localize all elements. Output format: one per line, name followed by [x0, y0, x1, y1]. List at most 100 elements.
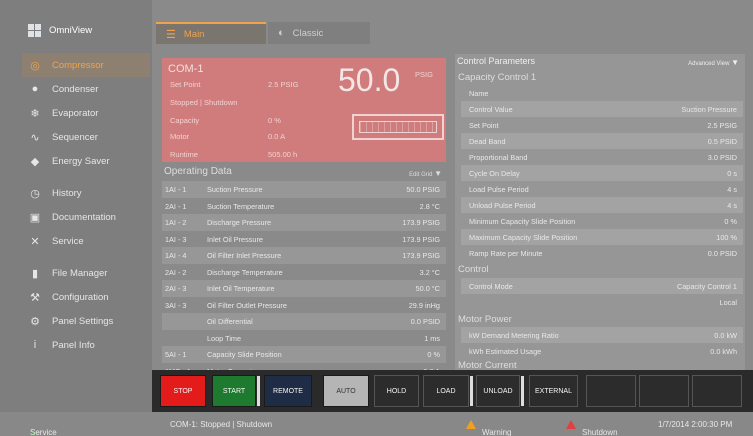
param-row[interactable]: Proportional Band 3.0 PSID [461, 149, 743, 165]
snowflake-icon: ❄ [30, 107, 40, 120]
motor-label: Motor [170, 132, 190, 141]
param-value: 0 s [727, 169, 737, 178]
hold-button[interactable]: HOLD [374, 375, 419, 407]
param-name: kW Demand Metering Ratio [469, 331, 559, 340]
sidebar-item-compressor[interactable]: ◎ Compressor [22, 53, 150, 77]
sidebar-item-panel-settings[interactable]: ⚙ Panel Settings [22, 309, 150, 333]
param-row[interactable]: Control Value Suction Pressure [461, 101, 743, 117]
history-icon: ◷ [30, 187, 40, 200]
param-row[interactable]: Unload Pulse Period 4 s [461, 197, 743, 213]
param-name: Load Pulse Period [469, 185, 529, 194]
param-name: Set Point [469, 121, 499, 130]
unload-indicator [521, 376, 524, 406]
param-row[interactable]: Ramp Rate per Minute 0.0 PSID [461, 245, 743, 261]
sidebar-item-sequencer[interactable]: ∿ Sequencer [22, 125, 150, 149]
warning-icon [466, 420, 476, 430]
param-row[interactable]: Maximum Capacity Slide Position 100 % [461, 229, 743, 245]
compressor-icon: ◎ [30, 59, 40, 72]
param-row[interactable]: Load Pulse Period 4 s [461, 181, 743, 197]
sidebar-item-energy-saver[interactable]: ◆ Energy Saver [22, 149, 150, 173]
motor-power-title: Motor Power [458, 314, 512, 325]
table-row: 1AI - 4 Oil Filter Inlet Pressure 173.9 PS… [162, 247, 446, 264]
param-row[interactable]: kWh Estimated Usage 0.0 kWh [461, 343, 743, 359]
sidebar-item-condenser[interactable]: ● Condenser [22, 77, 150, 101]
app-brand[interactable]: OmniView [28, 20, 168, 40]
capacity-value: 0 % [268, 116, 281, 125]
shutdown-label: Shutdown 2 [582, 428, 618, 436]
param-name: Minimum Capacity Slide Position [469, 217, 576, 226]
param-value: 0.0 kWh [710, 347, 737, 356]
sidebar-item-history[interactable]: ◷ History [22, 181, 150, 205]
edit-grid-button[interactable]: Edit Grid ▼ [409, 169, 442, 178]
point-name: Oil Filter Inlet Pressure [207, 251, 282, 260]
warning-indicator[interactable]: Warning 1 [466, 420, 512, 436]
param-row[interactable]: Control Mode Capacity Control 1 [461, 278, 743, 294]
param-row[interactable]: Set Point 2.5 PSIG [461, 117, 743, 133]
point-name: Capacity Slide Position [207, 350, 282, 359]
point-name: Suction Pressure [207, 185, 263, 194]
param-value: 100 % [716, 233, 737, 242]
param-name: Unload Pulse Period [469, 201, 536, 210]
sidebar-item-configuration[interactable]: ⚒ Configuration [22, 285, 150, 309]
datetime: 1/7/2014 2:00:30 PM [658, 420, 733, 429]
param-value: Capacity Control 1 [676, 282, 737, 291]
tab-main[interactable]: ☰ Main [156, 22, 266, 44]
filter-icon: ▼ [731, 58, 739, 67]
set-point-label: Set Point [170, 80, 201, 89]
operating-data-header: Operating Data Edit Grid ▼ [162, 166, 446, 180]
param-row[interactable]: Cycle On Delay 0 s [461, 165, 743, 181]
start-indicator [257, 376, 260, 406]
param-row[interactable]: kW Demand Metering Ratio 0.0 kW [461, 327, 743, 343]
param-value: 4 s [727, 201, 737, 210]
tab-classic[interactable]: ◐ Classic [268, 22, 370, 44]
grid-icon [28, 23, 41, 37]
point-value: 2.8 °C [419, 201, 440, 211]
table-row: 3AI - 3 Oil Filter Outlet Pressure 29.9 in… [162, 297, 446, 314]
remote-button[interactable]: REMOTE [264, 375, 312, 407]
param-name: Ramp Rate per Minute [469, 249, 543, 258]
filter-icon: ▼ [434, 169, 442, 178]
auto-button[interactable]: AUTO [323, 375, 369, 407]
sidebar-item-file-manager[interactable]: ▮ File Manager [22, 261, 150, 285]
advanced-view-button[interactable]: Advanced View ▼ [688, 58, 739, 67]
table-row: Oil Differential 0.0 PSID [162, 313, 446, 330]
sidebar-item-label: Panel Settings [52, 315, 114, 327]
load-button[interactable]: LOAD [423, 375, 469, 407]
custom-button-2[interactable] [639, 375, 689, 407]
param-value: 0.0 kW [714, 331, 737, 340]
point-code: 1AI - 1 [165, 185, 187, 194]
point-code: 1AI - 4 [165, 251, 187, 260]
table-row: 1AI - 3 Inlet Oil Pressure 173.9 PSIG [162, 231, 446, 248]
param-row[interactable]: Minimum Capacity Slide Position 0 % [461, 213, 743, 229]
external-button[interactable]: EXTERNAL [529, 375, 578, 407]
point-code: 2AI - 3 [165, 284, 187, 293]
sidebar-item-label: File Manager [52, 267, 108, 279]
point-name: Suction Temperature [207, 201, 275, 211]
file-icon: ▮ [31, 267, 39, 280]
point-value: 173.9 PSIG [402, 234, 440, 244]
start-button[interactable]: START [212, 375, 256, 407]
shutdown-indicator[interactable]: Shutdown 2 [566, 420, 618, 436]
table-row: 2AI - 3 Inlet Oil Temperature 50.0 °C [162, 280, 446, 297]
param-name: Dead Band [469, 137, 506, 146]
param-row[interactable]: Name [461, 85, 743, 101]
stop-button[interactable]: STOP [160, 375, 206, 407]
sidebar-item-panel-info[interactable]: i Panel Info [22, 333, 150, 357]
point-value: 0.0 PSID [410, 317, 440, 326]
sidebar-item-service[interactable]: ✕ Service [22, 229, 150, 253]
param-row[interactable]: Local [461, 294, 743, 310]
sidebar-item-label: Compressor [52, 59, 104, 71]
unload-button[interactable]: UNLOAD [476, 375, 520, 407]
point-code: 1AI - 2 [165, 218, 187, 227]
motor-value: 0.0 A [268, 132, 286, 141]
param-row[interactable]: Dead Band 0.5 PSID [461, 133, 743, 149]
param-value: 3.0 PSID [707, 153, 737, 162]
point-value: 173.9 PSIG [402, 251, 440, 260]
point-code: 2AI - 2 [165, 267, 187, 277]
sidebar-item-documentation[interactable]: ▣ Documentation [22, 205, 150, 229]
point-value: 0 % [427, 350, 440, 359]
point-name: Oil Filter Outlet Pressure [207, 300, 287, 310]
sidebar-item-evaporator[interactable]: ❄ Evaporator [22, 101, 150, 125]
custom-button-1[interactable] [586, 375, 636, 407]
custom-button-3[interactable] [692, 375, 742, 407]
